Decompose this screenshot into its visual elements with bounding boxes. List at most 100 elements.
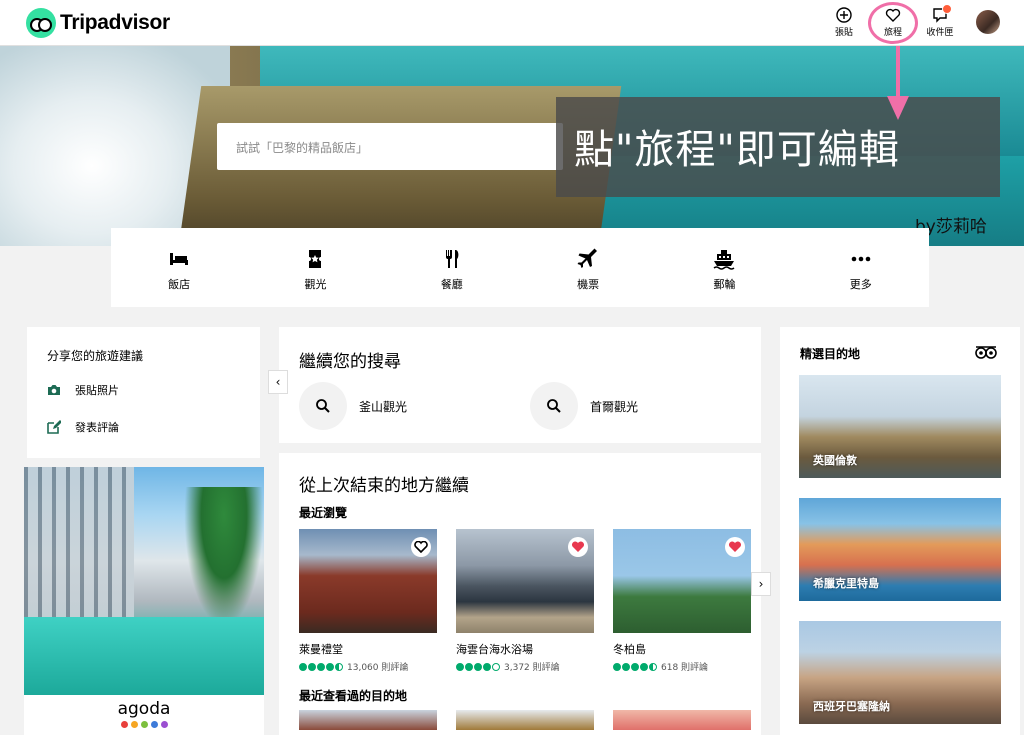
category-attractions[interactable]: 觀光 [247,228,383,307]
search-placeholder: 試試「巴黎的精品飯店」 [236,141,369,155]
carousel-next-button[interactable]: › [751,572,771,596]
post-button[interactable]: 張貼 [827,7,861,38]
attraction-tile[interactable]: 萊曼禮堂 13,060 則評論 [299,529,437,673]
attraction-name: 萊曼禮堂 [299,643,343,656]
edit-icon [47,420,61,434]
ticket-icon [309,250,322,268]
category-flights[interactable]: 機票 [520,228,656,307]
write-review-link[interactable]: 發表評論 [47,419,260,435]
attraction-rating: 13,060 則評論 [299,660,437,673]
heart-filled-icon [571,541,585,552]
category-label: 飯店 [168,278,191,291]
destination-tile[interactable] [299,710,437,730]
plus-circle-icon [836,7,852,23]
agoda-ad[interactable]: agoda [24,467,264,735]
camera-icon [48,385,60,395]
recent-destinations-heading: 最近查看過的目的地 [299,689,408,703]
review-count: 618 則評論 [661,663,709,673]
featured-destinations-card: 精選目的地 英國倫敦 希臘克里特島 西班牙巴塞隆納 [780,327,1020,735]
ship-icon [714,250,735,270]
agoda-dot [160,721,168,728]
search-input[interactable]: 試試「巴黎的精品飯店」 [217,123,563,170]
rating-bubbles [299,662,343,671]
hero-banner: 試試「巴黎的精品飯店」 點"旅程"即可編輯 by莎莉哈 [0,46,1024,246]
attraction-name: 冬柏島 [613,643,646,656]
category-more[interactable]: 更多 [793,228,929,307]
trips-highlight-circle [868,2,918,44]
save-heart-button[interactable] [725,537,745,557]
write-review-label: 發表評論 [75,421,119,434]
agoda-dot [120,721,128,728]
logo-text: Tripadvisor [60,11,170,34]
destination-tile[interactable] [456,710,594,730]
chevron-left-icon: ‹ [275,375,281,389]
post-photo-label: 張貼照片 [75,384,119,397]
top-header: Tripadvisor 張貼 旅程 收件匣 [0,0,1024,46]
category-hotels[interactable]: 飯店 [111,228,247,307]
attraction-photo [456,529,594,633]
notification-badge [942,4,952,14]
bed-icon [170,253,189,265]
owl-logo-icon [26,8,56,38]
search-icon [299,382,347,430]
continue-search-title: 繼續您的搜尋 [299,352,401,372]
post-photo-link[interactable]: 張貼照片 [47,382,260,398]
more-icon [851,256,871,262]
recent-searches: 釜山觀光 首爾觀光 [299,382,761,430]
agoda-dot [140,721,148,728]
fork-knife-icon [445,250,459,268]
post-label: 張貼 [834,28,853,38]
category-label: 更多 [849,278,872,291]
heart-filled-icon [728,541,742,552]
recent-search-label: 首爾觀光 [590,399,639,414]
tripadvisor-logo[interactable]: Tripadvisor [26,8,170,38]
destination-tile[interactable] [613,710,751,730]
attraction-rating: 3,372 則評論 [456,660,594,673]
rating-bubbles [456,662,500,671]
recent-destination-tiles [299,710,761,730]
avatar[interactable] [976,10,1000,34]
ad-pool [24,617,264,707]
recently-viewed-heading: 最近瀏覽 [299,506,348,520]
review-count: 13,060 則評論 [347,663,409,673]
recent-search-item[interactable]: 釜山觀光 [299,382,530,430]
rating-bubbles [613,662,657,671]
ad-footer: agoda [24,695,264,735]
category-cruises[interactable]: 郵輪 [656,228,792,307]
plane-icon [577,248,598,268]
category-label: 機票 [577,278,600,291]
category-label: 觀光 [304,278,327,291]
attraction-tile[interactable]: 冬柏島 618 則評論 [613,529,751,673]
attraction-name: 海雲台海水浴場 [456,643,533,656]
pointer-arrow-icon [887,46,909,120]
heart-outline-icon [414,541,428,553]
destination-london[interactable]: 英國倫敦 [799,375,1001,478]
recent-search-label: 釜山觀光 [359,399,408,414]
agoda-logo: agoda [117,699,171,719]
destination-label: 西班牙巴塞隆納 [813,700,890,713]
save-heart-button[interactable] [411,537,431,557]
destination-crete[interactable]: 希臘克里特島 [799,498,1001,601]
travelers-choice-icon [975,346,997,359]
recently-viewed-tiles: 萊曼禮堂 13,060 則評論 海雲台海水浴場 3,372 則評論 冬柏島 61… [299,529,761,673]
recent-search-item[interactable]: 首爾觀光 [530,382,761,430]
agoda-dots [24,721,264,728]
destination-label: 英國倫敦 [813,454,857,467]
attraction-photo [299,529,437,633]
inbox-label: 收件匣 [926,28,954,38]
save-heart-button[interactable] [568,537,588,557]
carousel-prev-button[interactable]: ‹ [268,370,288,394]
ad-palm-trees [184,487,264,627]
share-card: 分享您的旅遊建議 張貼照片 發表評論 [27,327,260,458]
resume-title: 從上次結束的地方繼續 [299,476,469,496]
inbox-button[interactable]: 收件匣 [923,7,957,38]
agoda-dot [130,721,138,728]
destination-label: 希臘克里特島 [813,577,879,590]
review-count: 3,372 則評論 [504,663,560,673]
chevron-right-icon: › [758,577,764,591]
continue-search-card: 繼續您的搜尋 釜山觀光 首爾觀光 [279,327,761,443]
category-label: 郵輪 [713,278,736,291]
attraction-tile[interactable]: 海雲台海水浴場 3,372 則評論 [456,529,594,673]
destination-barcelona[interactable]: 西班牙巴塞隆納 [799,621,1001,724]
category-restaurants[interactable]: 餐廳 [384,228,520,307]
